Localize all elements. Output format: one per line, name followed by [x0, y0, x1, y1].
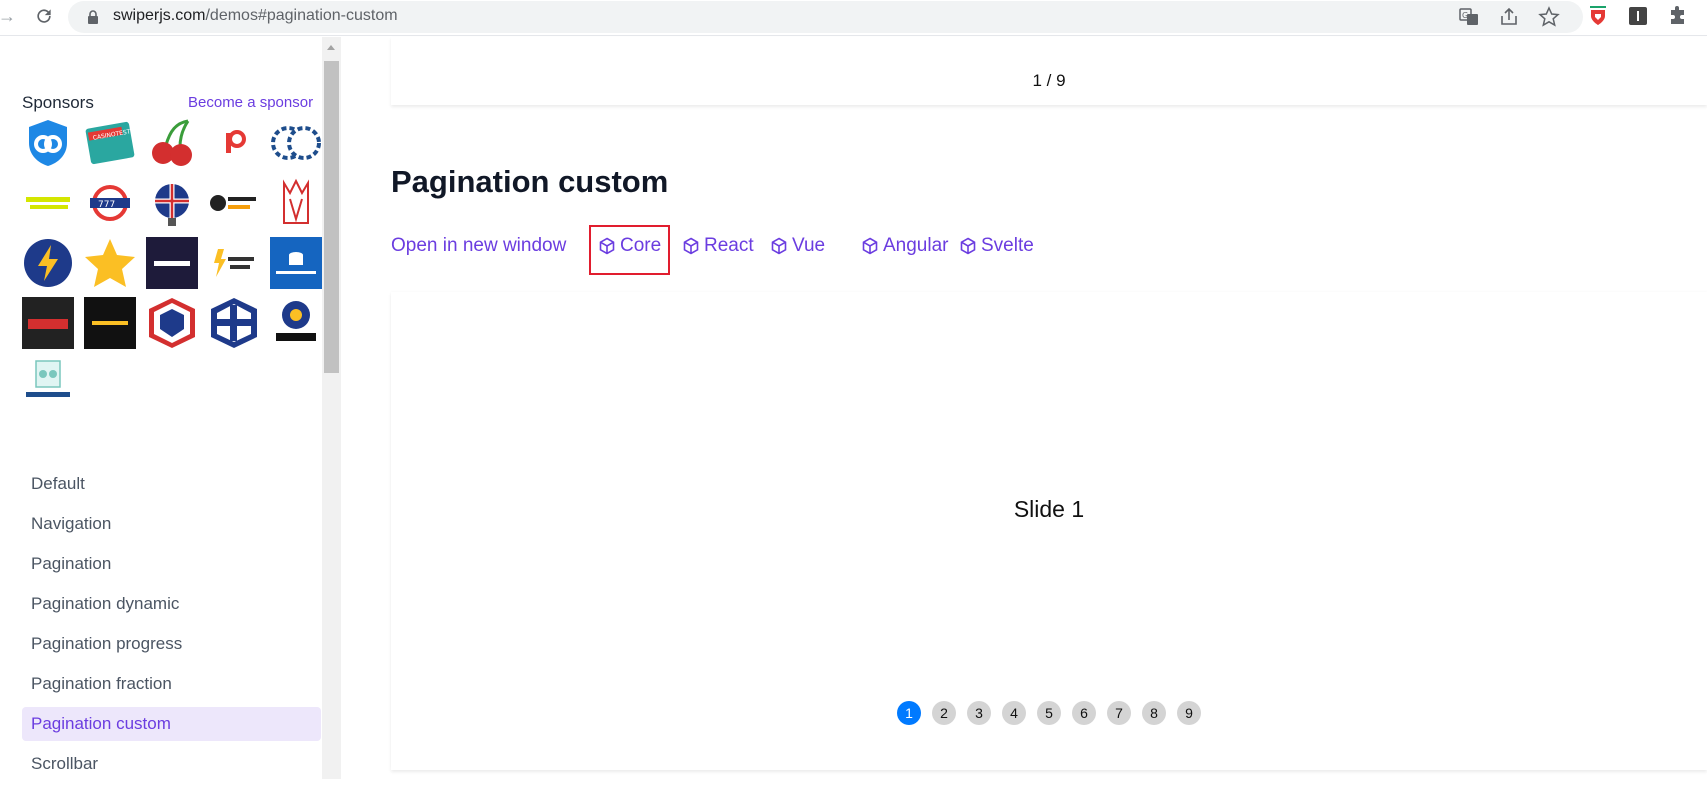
menu-item-default[interactable]: Default [22, 467, 321, 501]
sponsor-logo-hex[interactable] [270, 297, 322, 349]
sidebar-scrollbar[interactable] [322, 37, 341, 779]
sponsor-logo-p[interactable] [208, 117, 260, 169]
pagination-bullet[interactable]: 8 [1142, 701, 1166, 725]
sponsor-logo-casinority[interactable] [84, 297, 136, 349]
core-link[interactable]: Core [598, 235, 661, 257]
extension-dark-icon[interactable] [1627, 5, 1649, 27]
translate-icon[interactable]: G [1458, 6, 1480, 28]
menu-item-pagination-dynamic[interactable]: Pagination dynamic [22, 587, 321, 621]
react-link-label: React [704, 235, 754, 256]
menu-item-pagination-fraction[interactable]: Pagination fraction [22, 667, 321, 701]
cube-icon [599, 237, 615, 255]
menu-item-pagination[interactable]: Pagination [22, 547, 321, 581]
page-title: Pagination custom [391, 164, 669, 199]
menu-item-pagination-custom[interactable]: Pagination custom [22, 707, 321, 741]
pagination-bullet[interactable]: 3 [967, 701, 991, 725]
slide-text: Slide 1 [1013, 496, 1085, 522]
extensions-puzzle-icon[interactable] [1667, 5, 1689, 27]
menu-item-scrollbar[interactable]: Scrollbar [22, 747, 321, 779]
demo-content: 1 / 9 Pagination custom Open in new wind… [341, 37, 1707, 812]
swiper-demo[interactable]: Slide 1 1 2 3 4 5 6 7 8 9 [391, 292, 1707, 770]
sponsor-logo-star[interactable] [84, 237, 136, 289]
demo-menu: Default Navigation Pagination Pagination… [22, 467, 321, 779]
cube-icon [862, 237, 878, 255]
sponsor-logo-lightning[interactable] [22, 237, 74, 289]
share-icon[interactable] [1498, 6, 1520, 28]
sponsor-logo-app-kong[interactable] [208, 177, 260, 229]
sponsor-logo-cherry[interactable] [146, 117, 198, 169]
pagination-bullet[interactable]: 1 [897, 701, 921, 725]
extension-shield-icon[interactable] [1587, 5, 1609, 27]
sponsors-heading: Sponsors [22, 93, 94, 112]
pagination-bullet[interactable]: 2 [932, 701, 956, 725]
svelte-link[interactable]: Svelte [959, 235, 1034, 257]
cube-icon [960, 237, 976, 255]
sponsor-logo-dutch-shield[interactable] [146, 297, 198, 349]
core-link-label: Core [620, 235, 662, 256]
vue-link[interactable]: Vue [770, 235, 825, 257]
pagination-bullet[interactable]: 9 [1177, 701, 1201, 725]
demos-sidebar: Sponsors Become a sponsor CASINOTEST 777… [0, 37, 322, 779]
pagination-bullet[interactable]: 7 [1107, 701, 1131, 725]
sponsor-logo-finland-shield[interactable] [208, 297, 260, 349]
menu-item-pagination-progress[interactable]: Pagination progress [22, 627, 321, 661]
bookmark-star-icon[interactable] [1538, 6, 1560, 28]
forward-button[interactable]: → [0, 6, 16, 26]
angular-link-label: Angular [883, 235, 949, 256]
scroll-up-arrow-icon[interactable] [327, 45, 335, 50]
svg-text:777: 777 [98, 200, 115, 210]
pagination-bullet[interactable]: 5 [1037, 701, 1061, 725]
vue-link-label: Vue [792, 235, 826, 256]
cube-icon [683, 237, 699, 255]
pagination-bullets: 1 2 3 4 5 6 7 8 9 [391, 701, 1707, 725]
sponsor-logo-uk-globe[interactable] [146, 177, 198, 229]
pagination-bullet[interactable]: 4 [1002, 701, 1026, 725]
sponsor-logo-casinotest[interactable]: CASINOTEST [84, 117, 136, 169]
sponsor-logo-yellow-text[interactable] [22, 177, 74, 229]
lock-icon[interactable] [86, 9, 100, 25]
scrollbar-thumb[interactable] [324, 61, 339, 373]
sponsor-logo-auditor[interactable] [146, 237, 198, 289]
svelte-link-label: Svelte [981, 235, 1034, 256]
menu-item-navigation[interactable]: Navigation [22, 507, 321, 541]
pagination-bullet[interactable]: 6 [1072, 701, 1096, 725]
sponsor-logo-thecasinodb[interactable] [270, 237, 322, 289]
angular-link[interactable]: Angular [861, 235, 949, 257]
sponsor-logo-red-crown[interactable] [270, 177, 322, 229]
react-link[interactable]: React [682, 235, 754, 257]
reload-icon[interactable] [34, 5, 54, 27]
sponsor-logo-papersowl[interactable] [22, 357, 74, 409]
sponsor-logo-777[interactable]: 777 [84, 177, 136, 229]
previous-demo-frame: 1 / 9 [391, 37, 1707, 105]
become-sponsor-link[interactable]: Become a sponsor [188, 94, 313, 111]
svg-text:G: G [1462, 11, 1468, 20]
sponsor-logo-vpn[interactable] [22, 117, 74, 169]
open-in-new-window-link[interactable]: Open in new window [391, 235, 566, 257]
sponsor-logo-rapid-essay[interactable] [208, 237, 260, 289]
sponsor-logo-casino-hunter[interactable] [22, 297, 74, 349]
sponsor-logo-poker-chips[interactable] [270, 117, 322, 169]
cube-icon [771, 237, 787, 255]
pagination-fraction-text: 1 / 9 [1032, 71, 1066, 90]
url-text[interactable]: swiperjs.com/demos#pagination-custom [113, 7, 398, 25]
browser-toolbar: → swiperjs.com/demos#pagination-custom G [0, 0, 1707, 36]
